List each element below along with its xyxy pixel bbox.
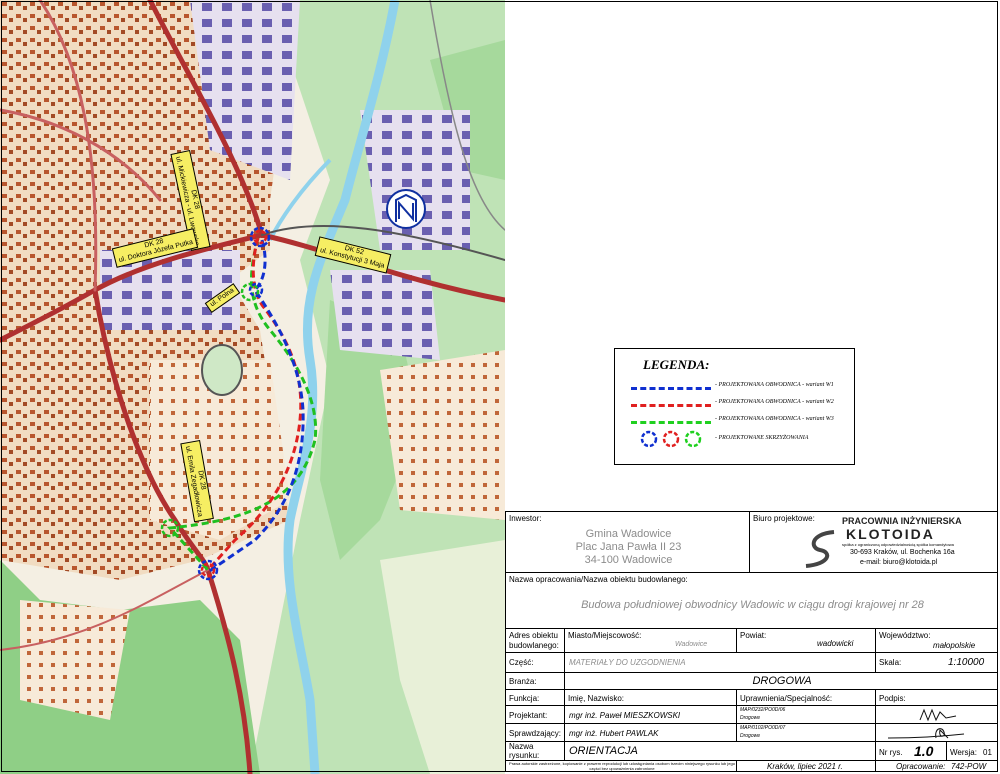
function-header: Funkcja: (505, 689, 565, 706)
elaboration-cell: Opracowanie: 742-POW (875, 760, 998, 772)
investor-cell: Inwestor: Gmina Wadowice Plac Jana Pawła… (505, 511, 750, 573)
copyright-cell: Prawa autorskie zastrzeżone, kopiowanie … (505, 760, 737, 772)
legend-title: LEGENDA: (643, 357, 710, 372)
checker-signature (887, 728, 965, 739)
investor-address: Gmina Wadowice Plac Jana Pawła II 23 34-… (575, 528, 682, 566)
address-label-cell: Adres obiektu budowlanego: (505, 628, 565, 653)
permissions-header: Uprawnienia/Specjalność: (736, 689, 876, 706)
designer-label-cell: Projektant: (505, 705, 565, 724)
drawing-name-cell: ORIENTACJA (564, 741, 876, 761)
legend: LEGENDA: - PROJEKTOWANA OBWODNICA - wari… (614, 348, 855, 465)
title-block: Inwestor: Gmina Wadowice Plac Jana Pawła… (505, 511, 998, 772)
checker-name-cell: mgr inż. Hubert PAWLAK (564, 723, 737, 742)
legend-line-w2 (631, 404, 711, 407)
signature-header: Podpis: (875, 689, 998, 706)
klotoida-logo-icon (805, 530, 835, 568)
design-office-cell: Biuro projektowe: PRACOWNIA INŻYNIERSKA … (749, 511, 998, 573)
legend-line-w3 (631, 421, 711, 424)
name-header: Imię, Nazwisko: (564, 689, 737, 706)
designer-signature-cell (875, 705, 998, 724)
branch-label-cell: Branża: (505, 672, 565, 690)
county-cell: Powiat: wadowicki (736, 628, 876, 653)
object-name-cell: Nazwa opracowania/Nazwa obiektu budowlan… (505, 572, 998, 629)
object-name: Budowa południowej obwodnicy Wadowic w c… (581, 599, 924, 611)
version-cell: Wersja: 01 (946, 741, 998, 761)
checker-label-cell: Sprawdzający: (505, 723, 565, 742)
drawing-number-cell: Nr rys. 1.0 (875, 741, 947, 761)
drawing-label-cell: Nazwa rysunku: (505, 741, 565, 761)
designer-signature (919, 708, 957, 722)
designer-name-cell: mgr inż. Paweł MIESZKOWSKI (564, 705, 737, 724)
city-cell: Miasto/Miejscowość: Wadowice (564, 628, 737, 653)
stadium (201, 344, 243, 396)
part-value-cell: MATERIAŁY DO UZGODNIENIA (564, 652, 876, 673)
legend-item: - PROJEKTOWANA OBWODNICA - wariant W2 (631, 398, 851, 412)
branch-value-cell: DROGOWA (564, 672, 998, 690)
orientation-map (0, 0, 505, 774)
legend-line-w1 (631, 387, 711, 390)
residential-area (380, 350, 505, 520)
intersection-circles-icon (640, 430, 702, 448)
legend-item: - PROJEKTOWANA OBWODNICA - wariant W3 (631, 415, 851, 429)
legend-item: - PROJEKTOWANE SKRZYŻOWANIA (631, 429, 851, 449)
place-date-cell: Kraków, lipiec 2021 r. (736, 760, 876, 772)
checker-permissions-cell: MAP/0102/PO0D/07 Drogowe (736, 723, 876, 742)
voivodeship-cell: Województwo: małopolskie (875, 628, 998, 653)
part-label-cell: Część: (505, 652, 565, 673)
designer-permissions-cell: MAP/0232/PO0D/06 Drogowe (736, 705, 876, 724)
legend-item: - PROJEKTOWANA OBWODNICA - wariant W1 (631, 381, 851, 395)
north-arrow-icon (386, 189, 426, 229)
checker-signature-cell (875, 723, 998, 742)
scale-cell: Skala: 1:10000 (875, 652, 998, 673)
